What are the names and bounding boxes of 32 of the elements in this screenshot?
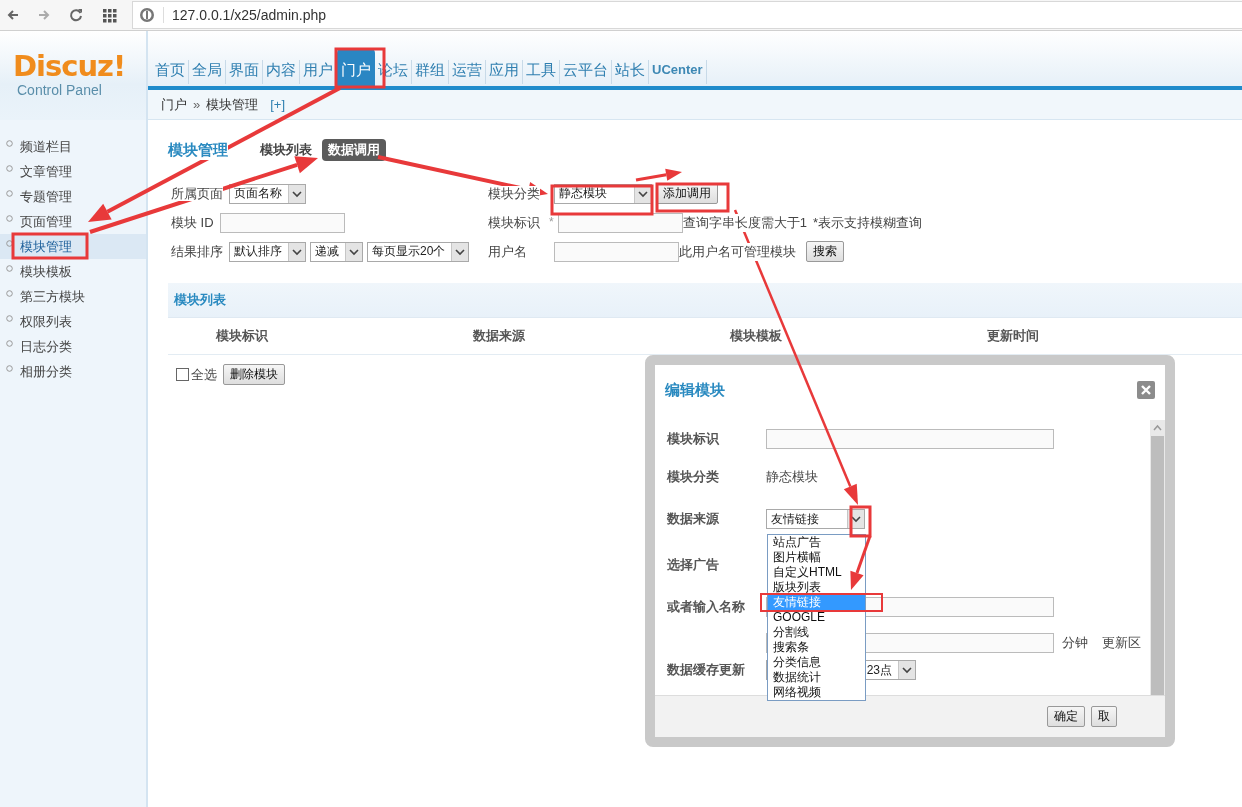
column-header: 模块标识 <box>216 327 269 345</box>
field-value: 静态模块 <box>766 468 818 486</box>
section-title: 模块列表 <box>174 291 226 309</box>
column-header: 模块模板 <box>730 327 783 345</box>
field-label: 用户名 <box>488 243 527 259</box>
hint-text: *表示支持模糊查询 <box>812 213 922 232</box>
field-label: 选择广告 <box>667 555 720 574</box>
checkbox-label: 全选 <box>191 365 217 384</box>
logo-text: Discuz! <box>13 51 127 81</box>
field-label: 模块标识 <box>488 214 540 230</box>
field-label: 模块分类 <box>667 468 720 486</box>
column-header: 数据来源 <box>473 327 526 345</box>
field-label: 数据缓存更新 <box>667 661 746 679</box>
breadcrumb-separator: » <box>193 97 201 112</box>
field-label: 模块标识 <box>667 430 720 448</box>
hint-text: 查询字串长度需大于1 <box>682 213 807 232</box>
breadcrumb-current: 模块管理 <box>206 95 259 114</box>
field-label: 或者输入名称 <box>667 597 746 616</box>
field-label: 结果排序 <box>171 243 223 259</box>
unit-label: 分钟 <box>1062 633 1088 652</box>
field-label: 模块分类 <box>488 185 540 201</box>
page-title: 模块管理 <box>168 140 228 160</box>
field-label: 模块 ID <box>171 214 214 230</box>
required-mark: * <box>549 214 554 229</box>
field-label: 数据来源 <box>667 510 720 528</box>
url-text: 127.0.0.1/x25/admin.php <box>163 7 327 23</box>
logo-subtitle: Control Panel <box>17 81 103 99</box>
column-header: 更新时间 <box>987 327 1040 345</box>
field-label: 所属页面 <box>171 185 223 201</box>
field-label: 更新区 <box>1102 633 1141 652</box>
hint-text: 此用户名可管理模块 <box>679 242 796 261</box>
dialog-title: 编辑模块 <box>665 380 725 400</box>
